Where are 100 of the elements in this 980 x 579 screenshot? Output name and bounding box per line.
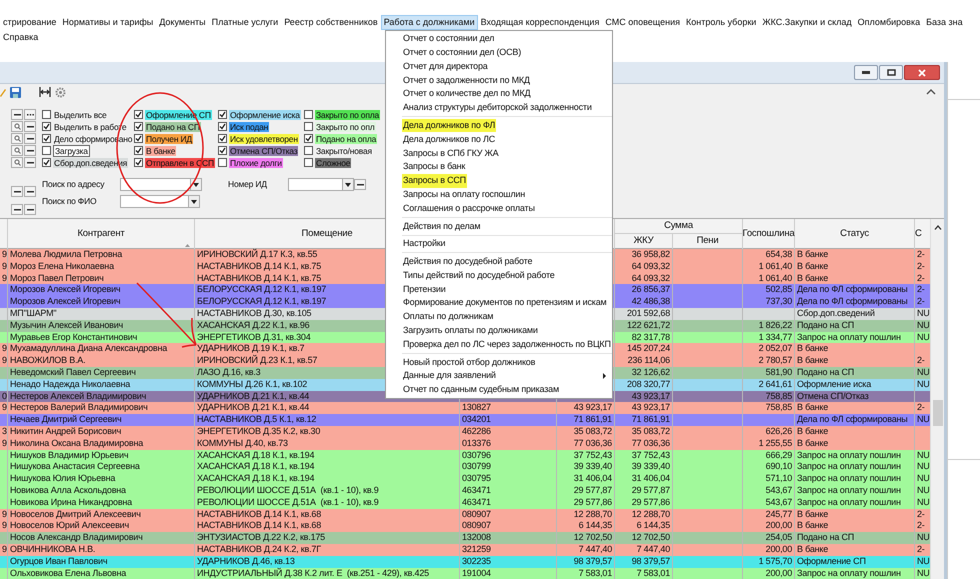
table-cell: 71 861,91 [574,414,612,424]
checkbox-label: Иск подан [229,122,270,132]
table-cell: ХАСАНСКАЯ Д.18 К.1, кв.194 [197,461,314,472]
table-cell: Нестеров Валерий Владимирович [10,402,148,412]
table-cell: 6 144,35 [636,520,670,530]
table-cell: NU [917,308,930,318]
table-cell: Новоселов Дмитрий Алексеевич [10,508,141,519]
table-cell: В банке [797,508,828,519]
checkbox-label: Сложное [315,158,352,168]
table-cell: Молева Людмила Петровна [10,249,122,259]
table-cell: 29 577,86 [632,496,670,507]
table-cell: 26 856,37 [632,284,670,294]
table-cell: КОММУНЫ Д.26 К.1, кв.102 [197,378,308,389]
table-cell: 29 577,87 [632,484,670,495]
table-cell: ИНДУСТРИАЛЬНЫЙ Д.38 К.2 лит. Е (кв.251 - 429), кв.425 [197,568,429,578]
table-cell: 9 [2,508,7,519]
table-cell: 64 093,32 [632,260,670,271]
table-cell: РЕВОЛЮЦИИ ШОССЕ Д.51А (кв.1 - 10), кв.9 [197,496,379,507]
table-cell: 2 052,07 [758,343,792,354]
table-cell: 6 144,35 [578,520,612,530]
table-cell: NU [917,496,930,507]
table-cell: 9 [2,438,7,448]
table-cell: Огурцов Иван Павлович [10,556,108,566]
checkbox-label: Иск удовлетворен [229,134,299,144]
table-cell: МП"ШАРМ" [10,308,56,318]
table-cell: 64 093,32 [632,272,670,283]
table-cell: 463471 [462,484,491,495]
table-cell: 1 826,22 [758,320,792,330]
table-cell: 9 [2,260,7,271]
table-cell: 43 923,17 [574,402,612,412]
table-cell: В банке [797,272,828,283]
checkbox-label: Получен ИД [145,134,193,144]
table-cell: 013376 [462,438,491,448]
table-cell: NU [917,532,930,542]
table-cell: 35 083,72 [574,426,612,436]
table-cell: 245,77 [766,508,792,519]
table-cell: NU [917,484,930,495]
table-cell: 626,26 [766,426,792,436]
table-cell: В банке [797,426,828,436]
table-cell: ЭНЕРГЕТИКОВ Д.35 К.2, кв.30 [197,426,320,436]
table-cell: 9 [2,249,7,259]
table-cell: 2- [917,520,925,530]
checkbox-label: Закрыто по опла [315,110,380,120]
table-cell: 29 577,87 [574,484,612,495]
table-cell: 030799 [462,461,491,472]
checkbox-label: Плохие долги [229,158,283,168]
table-cell: 37 752,43 [632,450,670,460]
table-cell: УДАРНИКОВ Д.19 К.1, кв.7 [197,343,304,354]
table-cell: Запрос на оплату пошлин [797,484,901,495]
table-cell: В банке [797,438,828,448]
table-cell: В банке [797,402,828,412]
table-cell: БЕЛОРУССКАЯ Д.12 К.1, кв.197 [197,296,326,306]
table-cell: Новоселов Юрий Алексеевич [10,520,129,530]
table-cell: Запрос на оплату пошлин [797,496,901,507]
checkbox-label: Оформление иска [229,110,301,120]
table-cell: Ольховикова Елена Львовна [10,568,126,578]
table-cell: Нечаев Дмитрий Сергеевич [10,414,122,424]
table-cell: 122 621,72 [626,320,670,330]
table-cell: NU [917,473,930,484]
table-cell: 71 861,91 [632,414,670,424]
table-cell: Нишукова Анастасия Сергеевна [10,461,140,472]
table-cell: Нишукова Юлия Юрьевна [10,473,116,484]
table-cell: 31 406,04 [632,473,670,484]
table-cell: 39 339,40 [632,461,670,472]
table-cell: 9 [2,355,7,366]
table-cell: НАСТАВНИКОВ Д.24 К.2, кв.7Г [197,544,321,554]
table-cell: Запрос на оплату пошлин [797,332,901,342]
table-cell: 737,30 [766,296,792,306]
table-cell: 034201 [462,414,491,424]
table-cell: 42 486,38 [632,296,670,306]
table-cell: 321259 [462,544,491,554]
table-cell: Ненадо Надежда Николаевна [10,378,130,389]
table-cell: 12 288,70 [632,508,670,519]
table-cell: NU [917,378,930,389]
checkbox-label: Подано на опла [315,134,378,144]
table-cell: 9 [2,343,7,354]
table-cell: РЕВОЛЮЦИИ ШОССЕ Д.51А (кв.1 - 10), кв.9 [197,484,379,495]
table-cell: ХАСАНСКАЯ Д.18 К.1, кв.194 [197,450,314,460]
table-cell: 9 [2,272,7,283]
table-cell: 31 406,04 [574,473,612,484]
table-cell: Дела по ФЛ сформированы [797,284,908,294]
table-cell: 29 577,86 [574,496,612,507]
table-cell: НАСТАВНИКОВ Д.14 К.1, кв.68 [197,508,322,519]
table-cell: 2- [917,249,925,259]
table-cell: ЭНЕРГЕТИКОВ Д.31, кв.304 [197,332,311,342]
table-cell: УДАРНИКОВ Д.21 К.1, кв.44 [197,390,310,401]
table-cell: Запрос на оплату пошлин [797,473,901,484]
table-cell: В банке [797,260,828,271]
table-cell: 2 641,61 [758,378,792,389]
table-cell: Мороз Елена Николаевна [10,260,114,271]
table-cell: NU [917,320,930,330]
table-cell: Нестеров Алексей Владимирович [10,390,146,401]
table-cell: Нишуков Владимир Юрьевич [10,450,128,460]
table-cell: 2- [917,508,925,519]
table-cell: БЕЛОРУССКАЯ Д.12 К.1, кв.197 [197,284,326,294]
table-cell: В банке [797,544,828,554]
table-cell: КОММУНЫ Д.40, кв.73 [197,438,288,448]
table-cell: NU [917,568,930,578]
table-cell: Музычин Алексей Иванович [10,320,124,330]
table-cell: НАСТАВНИКОВ Д.14 К.1, кв.68 [197,520,322,530]
